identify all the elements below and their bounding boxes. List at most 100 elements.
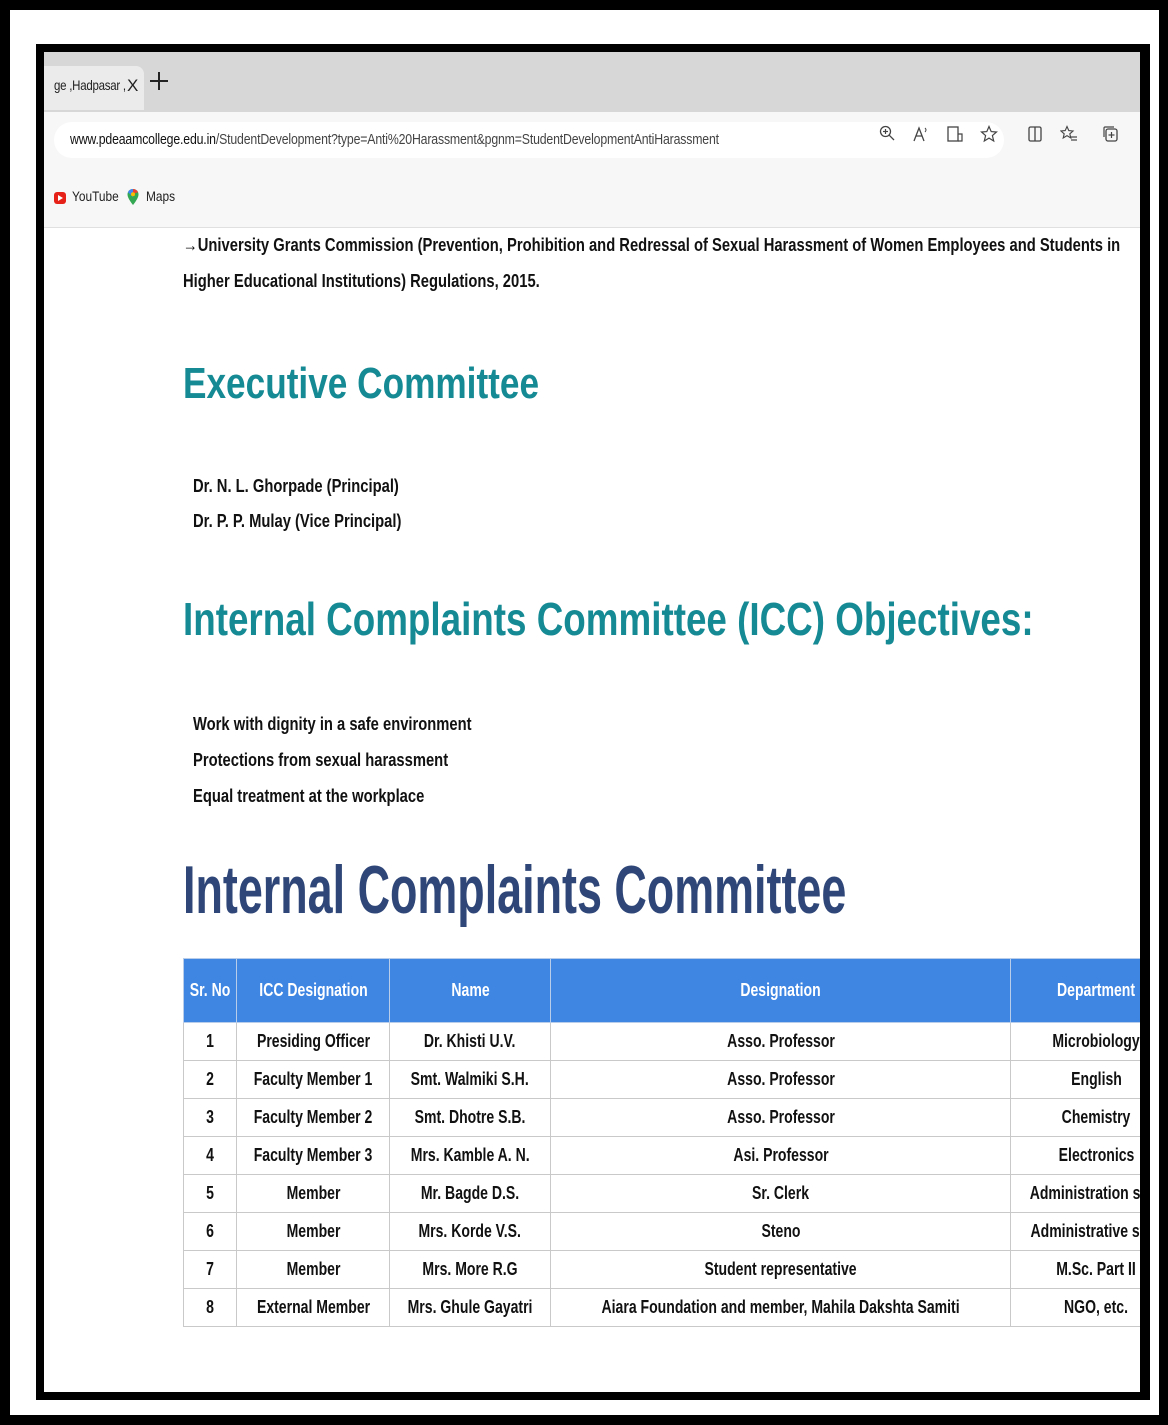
url-path: /StudentDevelopment?type=Anti%20Harassme…	[215, 131, 719, 148]
youtube-icon	[54, 192, 66, 204]
cell-text: Asso. Professor	[726, 1031, 835, 1051]
table-cell: Faculty Member 2	[236, 1098, 391, 1137]
cell-text: Steno	[761, 1221, 801, 1241]
cell-text: Asso. Professor	[726, 1107, 835, 1127]
intro-line-1: →University Grants Commission (Preventio…	[183, 235, 1140, 256]
table-cell: Smt. Dhotre S.B.	[389, 1098, 552, 1137]
objective-item-text: Equal treatment at the workplace	[193, 786, 425, 806]
executive-committee-heading: Executive Committee	[183, 359, 628, 409]
cell-text: 2	[206, 1069, 214, 1089]
executive-member-text: Dr. N. L. Ghorpade (Principal)	[193, 476, 399, 496]
url-text: www.pdeaamcollege.edu.in/StudentDevelopm…	[70, 131, 719, 148]
table-cell: Presiding Officer	[236, 1022, 391, 1061]
table-cell: NGO, etc.	[1010, 1288, 1140, 1327]
cell-text: Administration staff	[1029, 1183, 1140, 1203]
table-row: 3 Faculty Member 2 Smt. Dhotre S.B. Asso…	[182, 1098, 1140, 1137]
column-header: Department	[1010, 958, 1140, 1023]
intro-line-2: Higher Educational Institutions) Regulat…	[183, 271, 618, 292]
cell-text: Presiding Officer	[256, 1031, 370, 1051]
table-cell: Sr. Clerk	[550, 1174, 1012, 1213]
browser-window: ge ,Hadpasar , X www.pdeaamcollege.edu.i…	[44, 52, 1140, 1392]
cell-text: Member	[286, 1183, 340, 1203]
read-aloud-icon[interactable]	[910, 125, 932, 147]
cell-text: 8	[206, 1297, 214, 1317]
table-cell: Mrs. Ghule Gayatri	[389, 1288, 552, 1327]
cell-text: Mr. Bagde D.S.	[420, 1183, 520, 1203]
immersive-reader-icon[interactable]	[944, 125, 966, 147]
table-cell: Electronics	[1010, 1136, 1140, 1175]
table-cell: Faculty Member 1	[236, 1060, 391, 1099]
tab-title: ge ,Hadpasar ,	[54, 77, 126, 93]
cell-text: Asi. Professor	[733, 1145, 829, 1165]
column-header-text: Sr. No	[189, 980, 231, 1000]
table-cell: Asi. Professor	[550, 1136, 1012, 1175]
cell-text: 4	[206, 1145, 214, 1165]
address-bar: www.pdeaamcollege.edu.in/StudentDevelopm…	[44, 112, 1140, 168]
close-tab-icon[interactable]: X	[127, 76, 138, 96]
icc-objectives-heading-text: Internal Complaints Committee (ICC) Obje…	[183, 593, 1034, 645]
active-tab[interactable]: ge ,Hadpasar , X	[44, 66, 144, 110]
maps-icon	[127, 189, 139, 205]
table-cell: Asso. Professor	[550, 1098, 1012, 1137]
favorites-icon[interactable]	[1058, 125, 1080, 147]
cell-text: Student representative	[704, 1259, 857, 1279]
cell-text: Electronics	[1058, 1145, 1135, 1165]
cell-text: 7	[206, 1259, 214, 1279]
cell-text: Faculty Member 1	[253, 1069, 373, 1089]
objective-item-text: Protections from sexual harassment	[193, 750, 449, 770]
table-cell: Administration staff	[1010, 1174, 1140, 1213]
table-cell: 8	[182, 1288, 238, 1327]
cell-text: Mrs. Kamble A. N.	[410, 1145, 530, 1165]
table-cell: Mrs. Korde V.S.	[389, 1212, 552, 1251]
objective-item-text: Work with dignity in a safe environment	[193, 714, 472, 734]
table-cell: Steno	[550, 1212, 1012, 1251]
new-tab-icon[interactable]	[150, 72, 168, 90]
column-header: Sr. No	[182, 958, 238, 1023]
cell-text: Faculty Member 2	[253, 1107, 373, 1127]
bookmark-youtube[interactable]: YouTube	[72, 188, 119, 204]
table-cell: Aiara Foundation and member, Mahila Daks…	[550, 1288, 1012, 1327]
table-cell: 5	[182, 1174, 238, 1213]
url-field[interactable]: www.pdeaamcollege.edu.in/StudentDevelopm…	[54, 122, 1004, 158]
table-cell: 2	[182, 1060, 238, 1099]
table-row: 4 Faculty Member 3 Mrs. Kamble A. N. Asi…	[182, 1136, 1140, 1175]
collections-icon[interactable]	[1100, 125, 1122, 147]
column-header: Name	[389, 958, 552, 1023]
cell-text: Aiara Foundation and member, Mahila Daks…	[601, 1297, 960, 1317]
cell-text: Mrs. More R.G	[422, 1259, 518, 1279]
executive-member-text: Dr. P. P. Mulay (Vice Principal)	[193, 511, 402, 531]
column-header-text: Designation	[740, 980, 821, 1000]
table-header-row: Sr. No ICC Designation Name Designation …	[182, 958, 1140, 1023]
table-cell: External Member	[236, 1288, 391, 1327]
cell-text: Faculty Member 3	[253, 1145, 373, 1165]
table-row: 8 External Member Mrs. Ghule Gayatri Aia…	[182, 1288, 1140, 1327]
bookmark-maps[interactable]: Maps	[146, 188, 175, 204]
table-cell: Mrs. More R.G	[389, 1250, 552, 1289]
split-screen-icon[interactable]	[1024, 125, 1046, 147]
table-cell: Mr. Bagde D.S.	[389, 1174, 552, 1213]
cell-text: Mrs. Ghule Gayatri	[407, 1297, 533, 1317]
table-cell: 1	[182, 1022, 238, 1061]
table-cell: 3	[182, 1098, 238, 1137]
table-row: 1 Presiding Officer Dr. Khisti U.V. Asso…	[182, 1022, 1140, 1061]
intro-line-1-text: →University Grants Commission (Preventio…	[183, 235, 1121, 255]
table-cell: Microbiology	[1010, 1022, 1140, 1061]
table-cell: English	[1010, 1060, 1140, 1099]
objective-item: Equal treatment at the workplace	[193, 786, 475, 807]
table-cell: Member	[236, 1250, 391, 1289]
table-cell: Administrative staff	[1010, 1212, 1140, 1251]
url-host: www.pdeaamcollege.edu.in	[70, 131, 216, 148]
icc-table: Sr. No ICC Designation Name Designation …	[182, 958, 1140, 1327]
favorite-star-icon[interactable]	[978, 124, 1000, 147]
cell-text: English	[1070, 1069, 1122, 1089]
tab-bar: ge ,Hadpasar , X	[44, 52, 1140, 112]
table-row: 7 Member Mrs. More R.G Student represent…	[182, 1250, 1140, 1289]
cell-text: NGO, etc.	[1064, 1297, 1129, 1317]
cell-text: Member	[286, 1221, 340, 1241]
cell-text: Microbiology	[1052, 1031, 1140, 1051]
table-cell: 6	[182, 1212, 238, 1251]
table-cell: M.Sc. Part II	[1010, 1250, 1140, 1289]
icc-heading: Internal Complaints Committee	[183, 851, 1140, 929]
zoom-icon[interactable]	[876, 125, 898, 147]
cell-text: M.Sc. Part II	[1056, 1259, 1137, 1279]
